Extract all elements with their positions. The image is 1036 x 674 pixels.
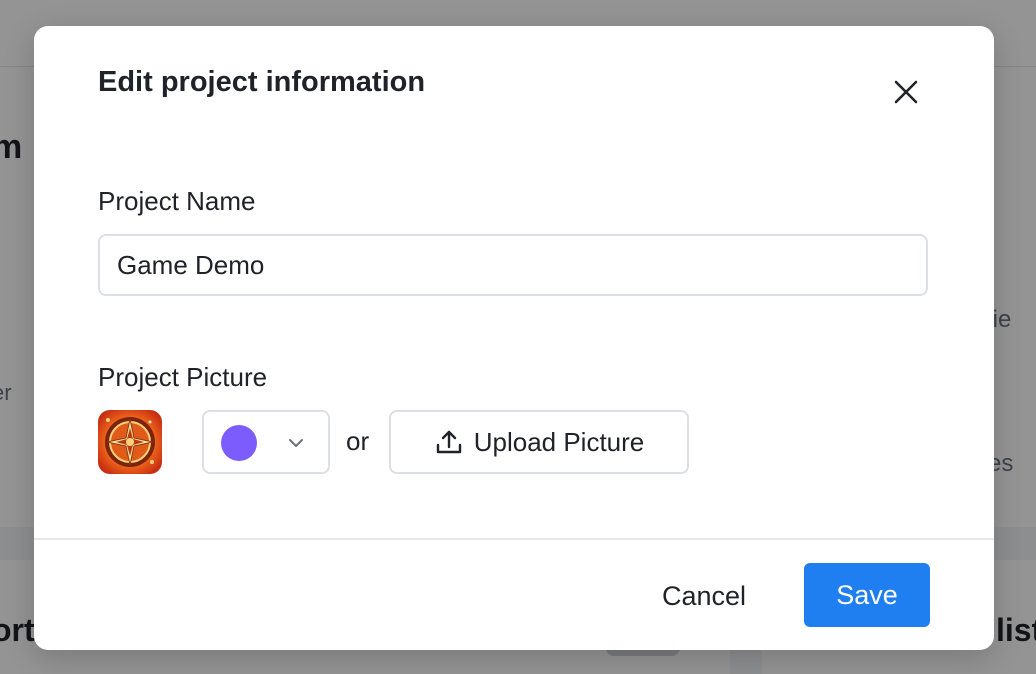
project-name-input[interactable]: [98, 234, 928, 296]
dialog-title: Edit project information: [98, 66, 426, 98]
upload-picture-label: Upload Picture: [473, 426, 645, 457]
selected-color-swatch: [221, 425, 257, 461]
chevron-down-icon: [289, 439, 303, 447]
upload-icon: [436, 430, 461, 454]
project-name-label: Project Name: [98, 186, 256, 216]
close-button[interactable]: [888, 74, 924, 110]
save-button[interactable]: Save: [804, 563, 930, 627]
project-thumbnail: [98, 410, 162, 474]
close-icon: [894, 80, 918, 104]
project-picture-label: Project Picture: [98, 362, 268, 392]
cancel-button[interactable]: Cancel: [634, 564, 774, 628]
color-select[interactable]: [202, 410, 330, 474]
edit-project-dialog: Edit project information Project Name Pr…: [34, 26, 994, 650]
upload-picture-button[interactable]: Upload Picture: [389, 410, 689, 474]
footer-divider: [34, 538, 994, 540]
compass-game-icon: [98, 410, 162, 474]
or-separator: or: [346, 426, 370, 456]
